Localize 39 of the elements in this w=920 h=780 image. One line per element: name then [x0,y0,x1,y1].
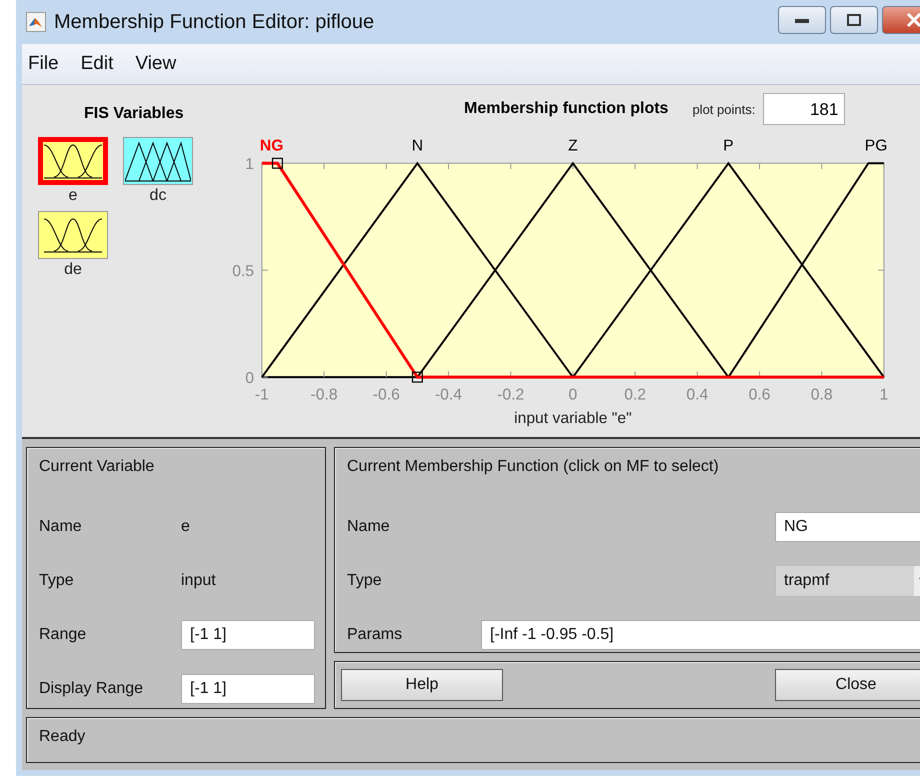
y-tick-label: 0.5 [232,263,254,280]
status-text: Ready [39,728,86,745]
x-tick-label: -0.2 [497,386,524,404]
section-title: FIS Variables [84,105,185,123]
mf-label: Z [568,138,578,154]
x-tick-label: 1 [880,386,888,404]
variable-type: input [181,572,217,590]
x-tick-label: 0.6 [748,386,770,404]
x-tick-label: 0.2 [624,386,646,404]
x-tick-label: 0.4 [686,386,708,404]
field-label: Name [39,518,83,536]
x-tick-label: 0.8 [810,386,833,404]
variable-label: de [64,261,82,279]
variable-label: e [68,187,78,205]
y-tick-label: 1 [245,156,254,174]
mf-label: P [723,138,734,154]
y-tick-label: 0 [245,370,254,388]
field-label: Type [39,572,75,590]
field-label: Range [39,626,88,644]
mf-label: N [412,138,424,154]
field-label: Type [347,572,383,590]
mf-label: NG [260,138,284,154]
plot-title: Membership function plots [464,100,668,118]
plot-points-label: plot points: [692,102,756,116]
panel-title: Current Membership Function (click on MF to select) [347,458,720,476]
x-tick-label: -1 [254,386,269,404]
field-label: Params [347,626,404,644]
x-tick-label: -0.8 [310,386,338,404]
field-label: Display Range [39,680,144,698]
variable-label: dc [150,187,166,205]
panel-title: Current Variable [39,458,156,476]
variable-name: e [181,518,191,536]
axis-label: input variable "e" [514,410,632,428]
window-title: Membership Function Editor: pifloue [54,10,376,34]
x-tick-label: -0.4 [434,386,462,404]
mf-label: PG [864,138,888,154]
x-tick-label: -0.6 [372,386,400,404]
x-tick-label: 0 [568,386,578,404]
field-label: Name [347,518,391,536]
